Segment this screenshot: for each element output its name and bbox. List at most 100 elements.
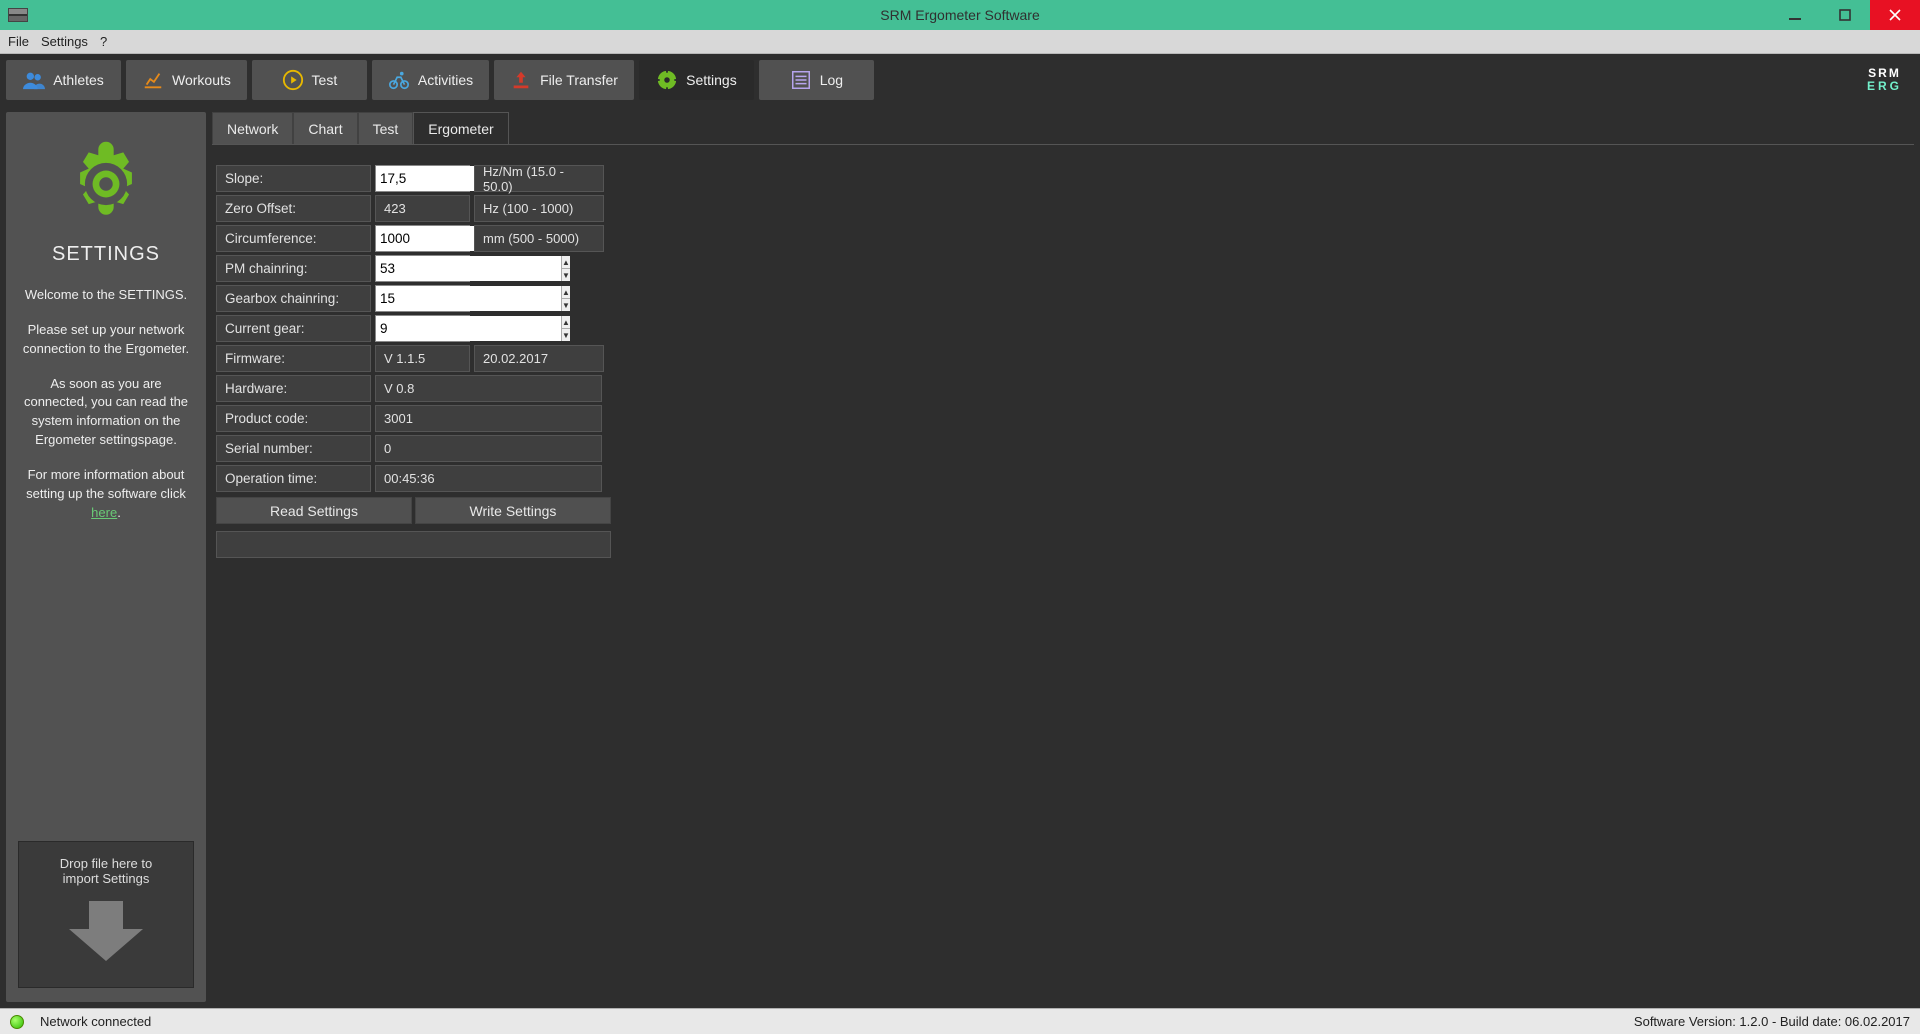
import-dropzone[interactable]: Drop file here to import Settings [18, 841, 194, 988]
button-row: Read Settings Write Settings [216, 497, 1910, 524]
title-bar: SRM Ergometer Software [0, 0, 1920, 30]
spin-up-icon[interactable]: ▲ [562, 286, 570, 299]
input-gear[interactable]: ▲▼ [375, 315, 470, 342]
value-zero: 423 [375, 195, 470, 222]
tab-log[interactable]: Log [759, 60, 874, 100]
row-zero-offset: Zero Offset: 423 Hz (100 - 1000) [216, 195, 1910, 222]
hint-zero: Hz (100 - 1000) [474, 195, 604, 222]
value-optime: 00:45:36 [375, 465, 602, 492]
row-serial: Serial number: 0 [216, 435, 1910, 462]
label-hardware: Hardware: [216, 375, 371, 402]
label-gear: Current gear: [216, 315, 371, 342]
value-firmware-date: 20.02.2017 [474, 345, 604, 372]
subtab-network[interactable]: Network [212, 112, 293, 144]
label-zero: Zero Offset: [216, 195, 371, 222]
row-slope: Slope: ▲▼ Hz/Nm (15.0 - 50.0) [216, 165, 1910, 192]
read-settings-button[interactable]: Read Settings [216, 497, 412, 524]
gear-field[interactable] [376, 316, 561, 341]
menu-bar: File Settings ? [0, 30, 1920, 54]
status-text: Network connected [40, 1014, 151, 1029]
gear-large-icon [58, 136, 154, 235]
subtab-chart[interactable]: Chart [293, 112, 357, 144]
spin-up-icon[interactable]: ▲ [562, 256, 570, 269]
tab-log-label: Log [820, 72, 843, 88]
main-panel: Network Chart Test Ergometer Slope: ▲▼ H… [212, 112, 1914, 1002]
subtab-test[interactable]: Test [358, 112, 414, 144]
label-pm: PM chainring: [216, 255, 371, 282]
maximize-button[interactable] [1820, 0, 1870, 30]
minimize-button[interactable] [1770, 0, 1820, 30]
content-area: SETTINGS Welcome to the SETTINGS. Please… [6, 112, 1914, 1002]
spin-down-icon[interactable]: ▼ [562, 329, 570, 341]
version-text: Software Version: 1.2.0 - Build date: 06… [1634, 1014, 1910, 1029]
menu-settings[interactable]: Settings [41, 34, 88, 49]
tab-athletes[interactable]: Athletes [6, 60, 121, 100]
help-link[interactable]: here [91, 505, 117, 520]
subtab-ergometer[interactable]: Ergometer [413, 112, 508, 144]
tab-activities[interactable]: Activities [372, 60, 489, 100]
status-led-icon [10, 1015, 24, 1029]
list-icon [790, 69, 812, 91]
row-circumference: Circumference: ▲▼ mm (500 - 5000) [216, 225, 1910, 252]
status-output [216, 531, 611, 558]
label-slope: Slope: [216, 165, 371, 192]
spin-down-icon[interactable]: ▼ [562, 269, 570, 281]
row-gear: Current gear: ▲▼ [216, 315, 1910, 342]
tab-activities-label: Activities [418, 72, 473, 88]
play-icon [282, 69, 304, 91]
window-title: SRM Ergometer Software [880, 7, 1040, 23]
menu-file[interactable]: File [8, 34, 29, 49]
row-optime: Operation time: 00:45:36 [216, 465, 1910, 492]
label-firmware: Firmware: [216, 345, 371, 372]
people-icon [23, 69, 45, 91]
close-button[interactable] [1870, 0, 1920, 30]
row-firmware: Firmware: V 1.1.5 20.02.2017 [216, 345, 1910, 372]
gbox-field[interactable] [376, 286, 561, 311]
tab-workouts[interactable]: Workouts [126, 60, 247, 100]
input-circumference[interactable]: ▲▼ [375, 225, 470, 252]
main-area: Athletes Workouts Test Activities File T… [0, 54, 1920, 1008]
input-pm[interactable]: ▲▼ [375, 255, 470, 282]
value-pcode: 3001 [375, 405, 602, 432]
input-gbox[interactable]: ▲▼ [375, 285, 470, 312]
value-serial: 0 [375, 435, 602, 462]
value-firmware: V 1.1.5 [375, 345, 470, 372]
row-gbox: Gearbox chainring: ▲▼ [216, 285, 1910, 312]
bike-icon [388, 69, 410, 91]
spin-down-icon[interactable]: ▼ [562, 299, 570, 311]
tab-athletes-label: Athletes [53, 72, 104, 88]
row-hardware: Hardware: V 0.8 [216, 375, 1910, 402]
tab-settings-label: Settings [686, 72, 737, 88]
tab-settings[interactable]: Settings [639, 60, 754, 100]
tab-workouts-label: Workouts [172, 72, 231, 88]
pm-field[interactable] [376, 256, 561, 281]
sidebar-instruction-1: Please set up your network connection to… [18, 321, 194, 359]
tab-test-label: Test [312, 72, 338, 88]
dropzone-text-1: Drop file here to [25, 856, 187, 871]
sidebar-title: SETTINGS [52, 243, 160, 266]
sidebar-instruction-3: For more information about setting up th… [18, 466, 194, 523]
write-settings-button[interactable]: Write Settings [415, 497, 611, 524]
tab-file-transfer[interactable]: File Transfer [494, 60, 634, 100]
srm-logo: SRM ERG [1867, 60, 1902, 100]
row-pcode: Product code: 3001 [216, 405, 1910, 432]
label-gbox: Gearbox chainring: [216, 285, 371, 312]
hint-circ: mm (500 - 5000) [474, 225, 604, 252]
row-pm: PM chainring: ▲▼ [216, 255, 1910, 282]
tab-test[interactable]: Test [252, 60, 367, 100]
ergometer-form: Slope: ▲▼ Hz/Nm (15.0 - 50.0) Zero Offse… [212, 145, 1914, 578]
label-serial: Serial number: [216, 435, 371, 462]
label-circ: Circumference: [216, 225, 371, 252]
hint-slope: Hz/Nm (15.0 - 50.0) [474, 165, 604, 192]
spin-up-icon[interactable]: ▲ [562, 316, 570, 329]
dropzone-text-2: import Settings [25, 871, 187, 886]
download-arrow-icon [25, 896, 187, 969]
chart-icon [142, 69, 164, 91]
gear-icon [656, 69, 678, 91]
settings-sidebar: SETTINGS Welcome to the SETTINGS. Please… [6, 112, 206, 1002]
sidebar-instruction-2: As soon as you are connected, you can re… [18, 375, 194, 450]
menu-help[interactable]: ? [100, 34, 107, 49]
window-buttons [1770, 0, 1920, 30]
input-slope[interactable]: ▲▼ [375, 165, 470, 192]
sidebar-welcome-text: Welcome to the SETTINGS. [25, 286, 187, 305]
